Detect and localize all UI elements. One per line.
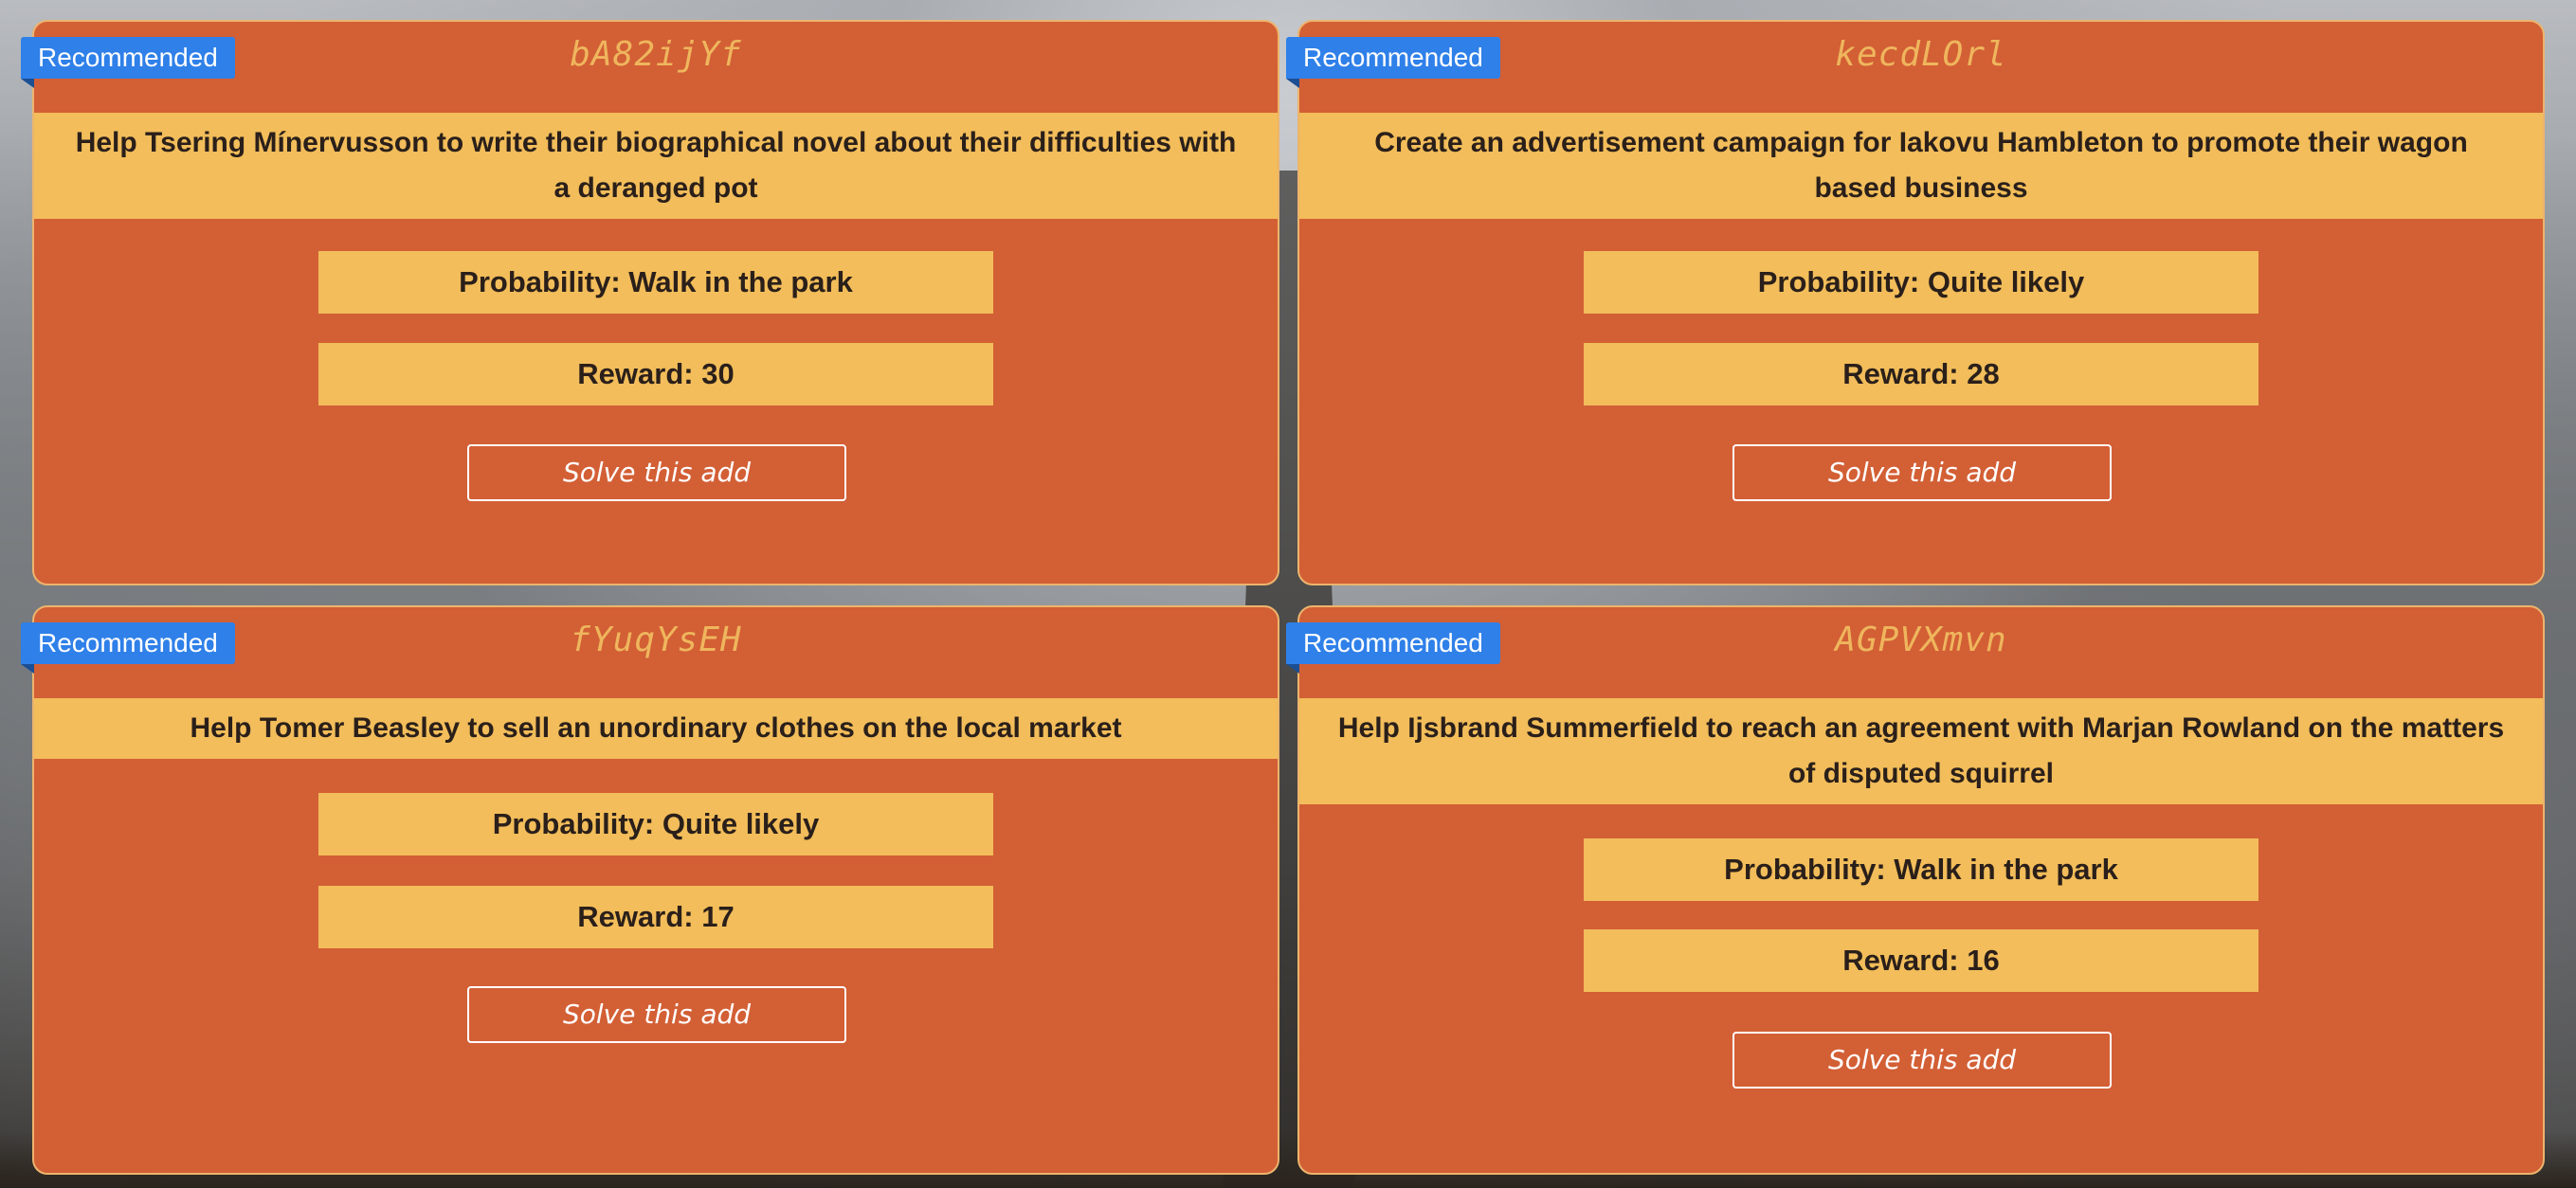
probability-value: Quite likely bbox=[662, 807, 820, 840]
job-card: Recommended bA82ijYf Help Tsering Mínerv… bbox=[21, 20, 1279, 585]
reward-value: 28 bbox=[1967, 357, 2000, 390]
job-card: Recommended kecdLOrl Create an advertise… bbox=[1286, 20, 2545, 585]
reward-value: 17 bbox=[701, 900, 735, 933]
job-description: Help Tsering Mínervusson to write their … bbox=[34, 113, 1278, 219]
job-code: fYuqYsEH bbox=[570, 621, 742, 659]
probability-row: Probability: Walk in the park bbox=[1584, 838, 2259, 901]
reward-value: 30 bbox=[701, 357, 735, 390]
reward-label: Reward: bbox=[577, 900, 694, 933]
solve-button[interactable]: Solve this add bbox=[467, 986, 846, 1043]
reward-label: Reward: bbox=[1842, 944, 1959, 977]
probability-label: Probability: bbox=[1724, 853, 1886, 886]
job-code: bA82ijYf bbox=[570, 35, 742, 74]
probability-label: Probability: bbox=[1757, 265, 1920, 298]
probability-value: Quite likely bbox=[1927, 265, 2085, 298]
probability-row: Probability: Quite likely bbox=[1584, 251, 2259, 314]
probability-value: Walk in the park bbox=[628, 265, 853, 298]
job-code: kecdLOrl bbox=[1835, 35, 2007, 74]
reward-label: Reward: bbox=[577, 357, 694, 390]
probability-label: Probability: bbox=[459, 265, 621, 298]
probability-row: Probability: Quite likely bbox=[318, 793, 993, 855]
reward-row: Reward: 28 bbox=[1584, 343, 2259, 405]
reward-row: Reward: 17 bbox=[318, 886, 993, 948]
job-card: Recommended AGPVXmvn Help Ijsbrand Summe… bbox=[1286, 605, 2545, 1175]
reward-label: Reward: bbox=[1842, 357, 1959, 390]
probability-row: Probability: Walk in the park bbox=[318, 251, 993, 314]
probability-label: Probability: bbox=[492, 807, 655, 840]
reward-value: 16 bbox=[1967, 944, 2000, 977]
job-description: Help Ijsbrand Summerfield to reach an ag… bbox=[1299, 698, 2543, 804]
job-code: AGPVXmvn bbox=[1835, 621, 2007, 659]
job-card: Recommended fYuqYsEH Help Tomer Beasley … bbox=[21, 605, 1279, 1175]
job-description: Create an advertisement campaign for Iak… bbox=[1299, 113, 2543, 219]
reward-row: Reward: 30 bbox=[318, 343, 993, 405]
reward-row: Reward: 16 bbox=[1584, 929, 2259, 992]
solve-button[interactable]: Solve this add bbox=[1732, 444, 2112, 501]
job-description: Help Tomer Beasley to sell an unordinary… bbox=[34, 698, 1278, 759]
solve-button[interactable]: Solve this add bbox=[1732, 1032, 2112, 1089]
probability-value: Walk in the park bbox=[1894, 853, 2118, 886]
solve-button[interactable]: Solve this add bbox=[467, 444, 846, 501]
